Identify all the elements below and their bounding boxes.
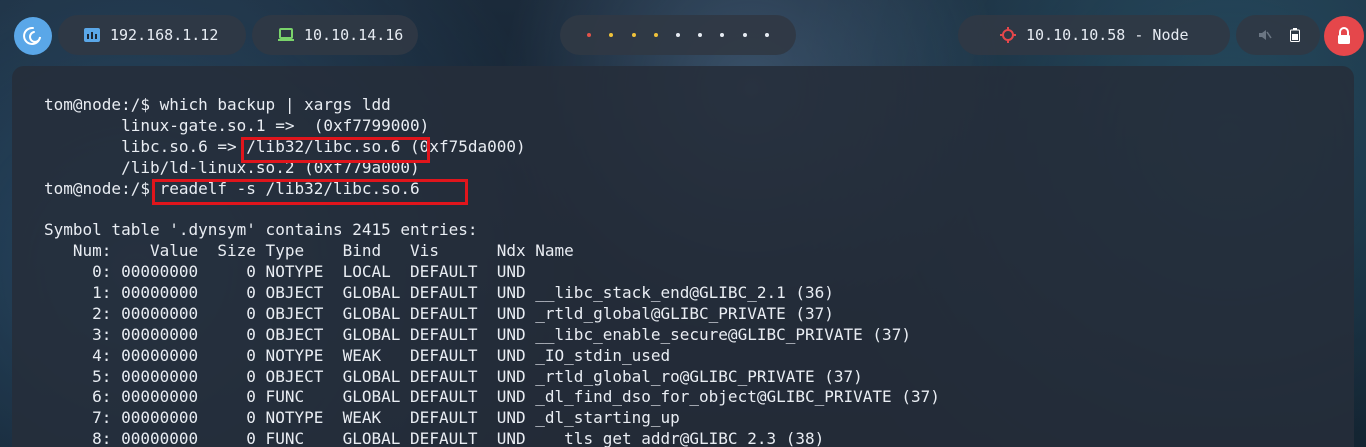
workspace-2[interactable] (609, 33, 614, 37)
workspace-3[interactable] (631, 33, 636, 37)
battery-icon[interactable] (1290, 28, 1300, 42)
target-label: 10.10.10.58 - Node (1026, 26, 1189, 44)
terminal-line: 1: 00000000 0 OBJECT GLOBAL DEFAULT UND … (44, 283, 834, 303)
terminal-line: 4: 00000000 0 NOTYPE WEAK DEFAULT UND _I… (44, 345, 671, 365)
terminal-line: 5: 00000000 0 OBJECT GLOBAL DEFAULT UND … (44, 366, 863, 386)
debian-swirl-icon (23, 26, 41, 45)
workspace-8[interactable] (742, 33, 747, 37)
terminal-output[interactable]: tom@node:/$ which backup | xargs ldd lin… (44, 95, 940, 447)
terminal-line: 7: 00000000 0 NOTYPE WEAK DEFAULT UND _d… (44, 408, 680, 428)
terminal-line: 0: 00000000 0 NOTYPE LOCAL DEFAULT UND (44, 262, 526, 282)
workspace-9[interactable] (764, 33, 769, 37)
lock-screen-button[interactable] (1324, 16, 1364, 56)
terminal-line: /lib/ld-linux.so.2 (0xf779a000) (44, 157, 420, 177)
workspace-6[interactable] (698, 33, 703, 37)
vpn-ip-widget[interactable]: 10.10.14.16 (252, 15, 418, 55)
workspace-switcher[interactable] (560, 15, 796, 55)
workspace-5[interactable] (675, 33, 680, 37)
workspace-4[interactable] (653, 33, 658, 37)
debian-logo-button[interactable] (14, 17, 52, 55)
terminal-line: 6: 00000000 0 FUNC GLOBAL DEFAULT UND _d… (44, 387, 940, 407)
local-ip-widget[interactable]: 192.168.1.12 (58, 15, 246, 55)
terminal-line: 3: 00000000 0 OBJECT GLOBAL DEFAULT UND … (44, 324, 911, 344)
terminal-line: Num: Value Size Type Bind Vis Ndx Name (44, 241, 574, 261)
workspace-1[interactable] (587, 33, 592, 37)
vpn-ip-label: 10.10.14.16 (304, 26, 404, 44)
terminal-line: tom@node:/$ which backup | xargs ldd (44, 95, 391, 114)
terminal-line: Symbol table '.dynsym' contains 2415 ent… (44, 220, 478, 240)
workspace-7[interactable] (720, 33, 725, 37)
libc-path-highlight (241, 137, 430, 163)
terminal-line: linux-gate.so.1 => (0xf7799000) (44, 115, 430, 135)
terminal-line: libc.so.6 => /lib32/libc.so.6 (0xf75da00… (44, 136, 526, 156)
local-ip-label: 192.168.1.12 (110, 26, 219, 44)
volume-muted-icon[interactable] (1258, 28, 1272, 42)
crosshair-icon (1000, 27, 1016, 43)
system-tray[interactable] (1236, 15, 1320, 55)
lock-icon (1336, 27, 1352, 45)
laptop-icon (278, 28, 294, 42)
readelf-command-highlight (152, 179, 468, 205)
network-icon (84, 28, 100, 42)
target-widget[interactable]: 10.10.10.58 - Node (958, 15, 1230, 55)
top-bar: 192.168.1.12 10.10.14.16 10.10.10.58 - N… (0, 0, 1366, 70)
terminal-line: 2: 00000000 0 OBJECT GLOBAL DEFAULT UND … (44, 303, 834, 323)
terminal-line: 8: 00000000 0 FUNC GLOBAL DEFAULT UND __… (44, 429, 825, 447)
